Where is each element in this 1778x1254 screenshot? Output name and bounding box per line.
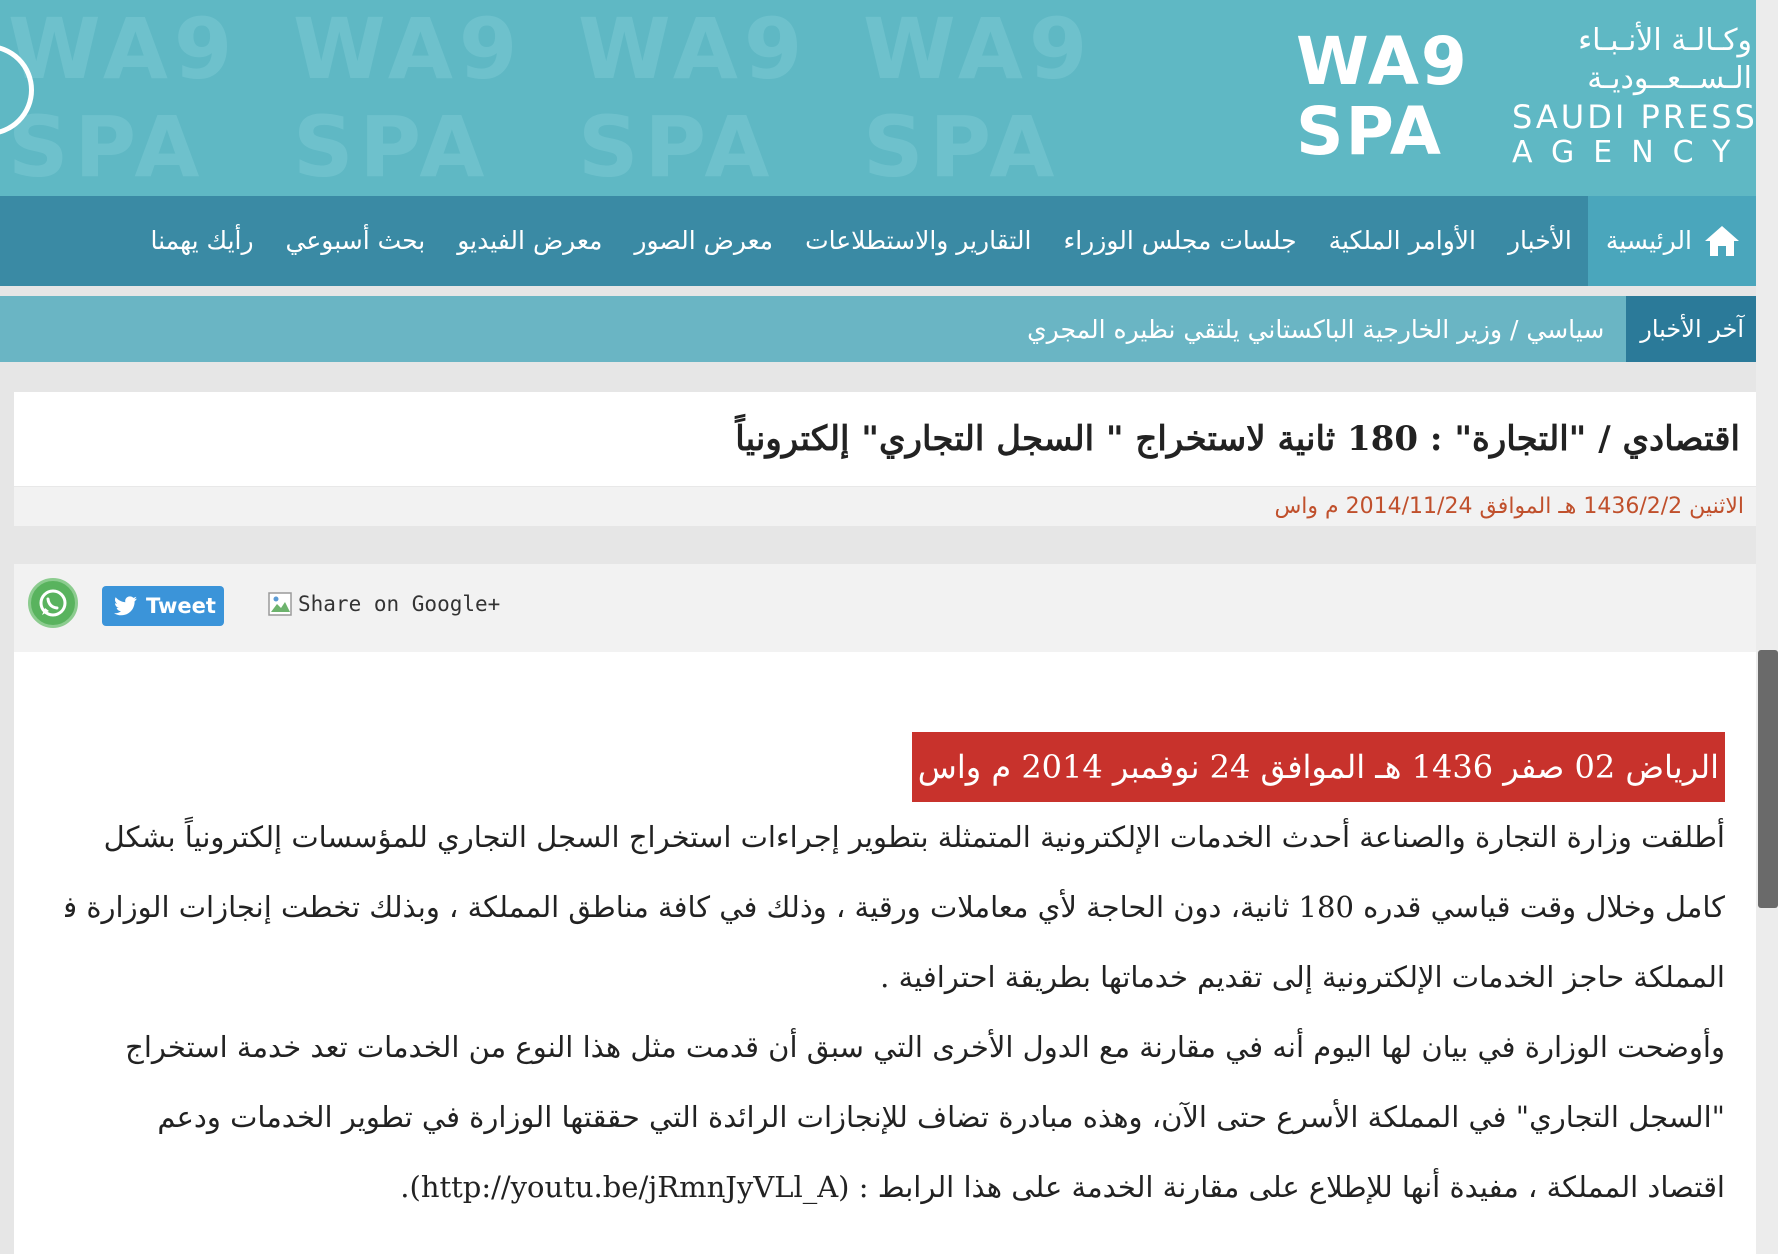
pattern-tile: SPA	[8, 98, 206, 196]
paragraph-line: وأوضحت الوزارة في بيان لها اليوم أنه في …	[125, 1030, 1725, 1064]
logo-arabic-line2: الـســعــوديـة	[1587, 61, 1752, 96]
article-body: الرياض 02 صفر 1436 هـ الموافق 24 نوفمبر …	[14, 652, 1756, 1254]
paragraph-line: أطلقت وزارة التجارة والصناعة أحدث الخدما…	[103, 820, 1725, 854]
pattern-tile: WA9	[293, 0, 524, 98]
tweet-button-label: Tweet	[146, 594, 216, 618]
paragraph-line: المملكة حاجز الخدمات الإلكترونية إلى تقد…	[880, 960, 1725, 994]
nav-item-reports[interactable]: التقارير والاستطلاعات	[789, 196, 1047, 286]
pattern-tile: WA9	[578, 0, 809, 98]
pattern-tile: WA9	[8, 0, 239, 98]
nav-item-cabinet-sessions[interactable]: جلسات مجلس الوزراء	[1047, 196, 1312, 286]
nav-item-news[interactable]: الأخبار	[1492, 196, 1588, 286]
ticker-label: آخر الأخبار	[1626, 296, 1758, 362]
logo-arabic-line1: وكـالـة الأنـبـاء	[1578, 23, 1752, 58]
logo-text: وكـالـة الأنـبـاء الـســعــوديـة SAUDI P…	[1506, 22, 1766, 170]
google-plus-share-button[interactable]: Share on Google+	[266, 586, 500, 622]
main-nav: الرئيسية الأخبار الأوامر الملكية جلسات م…	[0, 196, 1756, 286]
page-scrollbar-track[interactable]	[1756, 0, 1778, 1254]
logo-english-line2: AGENCY	[1512, 135, 1750, 170]
home-icon	[1705, 226, 1739, 256]
logo-english-line1: SAUDI PRESS	[1512, 98, 1758, 136]
site-banner: WA9 WA9 WA9 WA9 SPA SPA SPA SPA WA9 SPA …	[0, 0, 1778, 196]
broken-image-icon	[268, 592, 292, 616]
article-paragraph-2: وأوضحت الوزارة في بيان لها اليوم أنه في …	[65, 1012, 1725, 1222]
tweet-button[interactable]: Tweet	[102, 586, 224, 626]
whatsapp-share-button[interactable]	[28, 578, 78, 628]
nav-item-label: الرئيسية	[1605, 226, 1692, 255]
nav-item-feedback[interactable]: رأيك يهمنا	[134, 196, 269, 286]
pattern-tile: SPA	[863, 98, 1061, 196]
pattern-tile: WA9	[863, 0, 1094, 98]
ticker-headline-link[interactable]: سياسي / وزير الخارجية الباكستاني يلتقي ن…	[1027, 315, 1626, 344]
nav-item-weekly-research[interactable]: بحث أسبوعي	[270, 196, 442, 286]
nav-item-photo-gallery[interactable]: معرض الصور	[618, 196, 789, 286]
banner-pattern: WA9 WA9 WA9 WA9 SPA SPA SPA SPA	[0, 0, 1290, 196]
article-dateline: الرياض 02 صفر 1436 هـ الموافق 24 نوفمبر …	[911, 732, 1725, 802]
twitter-bird-icon	[114, 596, 137, 616]
nav-item-video-gallery[interactable]: معرض الفيديو	[441, 196, 618, 286]
pattern-tile: SPA	[578, 98, 776, 196]
news-ticker: آخر الأخبار سياسي / وزير الخارجية الباكس…	[0, 296, 1758, 362]
logo-mark-line1: WA9	[1296, 23, 1469, 100]
paragraph-line: كامل وخلال وقت قياسي قدره 180 ثانية، دون…	[65, 890, 1725, 924]
article-paragraph-1: أطلقت وزارة التجارة والصناعة أحدث الخدما…	[65, 802, 1725, 1012]
pattern-tile: SPA	[293, 98, 491, 196]
nav-item-home[interactable]: الرئيسية	[1587, 196, 1756, 286]
paragraph-line: "السجل التجاري" في المملكة الأسرع حتى ال…	[157, 1100, 1725, 1134]
whatsapp-icon	[39, 589, 67, 617]
logo-mark: WA9 SPA	[1296, 22, 1506, 172]
share-bar: Tweet Share on Google+	[14, 564, 1758, 652]
article-title: اقتصادي / "التجارة" : 180 ثانية لاستخراج…	[14, 392, 1758, 487]
article-date: الاثنين 1436/2/2 هـ الموافق 2014/11/24 م…	[1274, 494, 1744, 519]
nav-item-royal-orders[interactable]: الأوامر الملكية	[1313, 196, 1492, 286]
article-header: اقتصادي / "التجارة" : 180 ثانية لاستخراج…	[14, 392, 1758, 526]
paragraph-line: اقتصاد المملكة ، مفيدة أنها للإطلاع على …	[400, 1170, 1725, 1204]
logo-mark-line2: SPA	[1296, 93, 1443, 170]
spa-logo[interactable]: WA9 SPA وكـالـة الأنـبـاء الـســعــوديـة…	[1296, 22, 1766, 172]
google-plus-alt-text: Share on Google+	[298, 592, 501, 616]
page-scrollbar-thumb[interactable]	[1758, 650, 1778, 908]
